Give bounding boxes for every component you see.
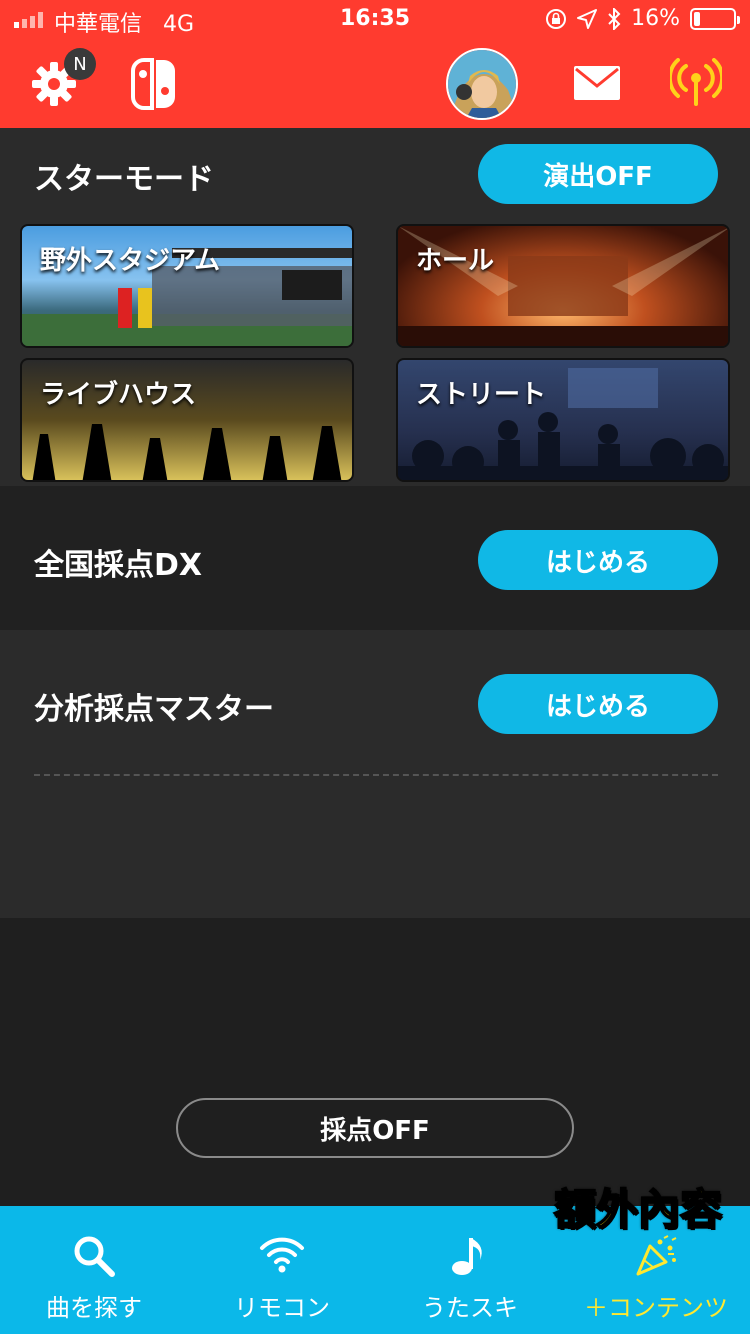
stage-street[interactable]: ストリート — [396, 358, 730, 482]
stage-label: ホール — [416, 246, 495, 276]
search-icon — [74, 1236, 115, 1277]
scoring-master-section: 分析採点マスター はじめる — [0, 630, 750, 918]
battery-percent: 16% — [631, 6, 680, 31]
scoring-dx-section: 全国採点DX はじめる — [0, 486, 750, 630]
music-note-icon — [452, 1238, 482, 1275]
notification-badge: N — [64, 48, 96, 80]
top-bar: 中華電信 4G 16:35 16% N — [0, 0, 750, 128]
start-master-button[interactable]: はじめる — [478, 674, 718, 734]
tab-label: ＋コンテンツ — [584, 1294, 728, 1322]
antenna-icon[interactable] — [670, 58, 722, 106]
location-icon — [577, 8, 598, 29]
stage-outdoor-stadium[interactable]: 野外スタジアム — [20, 224, 354, 348]
wifi-icon — [260, 1237, 304, 1273]
party-popper-icon — [636, 1235, 677, 1276]
tab-favorite-songs[interactable]: うたスキ — [376, 1206, 564, 1334]
switch-icon[interactable] — [130, 58, 178, 110]
avatar[interactable] — [446, 48, 518, 120]
tab-remote[interactable]: リモコン — [188, 1206, 376, 1334]
stage-hall[interactable]: ホール — [396, 224, 730, 348]
stage-label: ストリート — [416, 380, 547, 410]
tab-label: リモコン — [234, 1294, 330, 1322]
stage-label: 野外スタジアム — [40, 246, 221, 276]
status-bar: 中華電信 4G 16:35 16% — [0, 0, 750, 40]
scoring-off-button[interactable]: 採点OFF — [176, 1098, 574, 1158]
stage-live-house[interactable]: ライブハウス — [20, 358, 354, 482]
effect-off-button[interactable]: 演出OFF — [478, 144, 718, 204]
overlay-caption: 額外內容 — [553, 1184, 723, 1235]
tab-label: うたスキ — [422, 1294, 518, 1322]
scoring-dx-title: 全国採点DX — [34, 548, 203, 583]
star-mode-section: スターモード 演出OFF 野外スタジアム ホール ライブハウス ストリート — [0, 128, 750, 486]
tab-label: 曲を探す — [46, 1294, 142, 1322]
stage-label: ライブハウス — [40, 380, 197, 410]
mail-icon[interactable] — [574, 66, 620, 100]
rotation-lock-icon — [546, 8, 567, 29]
tab-search-songs[interactable]: 曲を探す — [0, 1206, 188, 1334]
start-dx-button[interactable]: はじめる — [478, 530, 718, 590]
status-icons: 16% — [545, 6, 740, 31]
scoring-master-title: 分析採点マスター — [34, 692, 274, 727]
battery-icon — [690, 7, 740, 30]
bluetooth-icon — [608, 7, 621, 30]
star-mode-title: スターモード — [34, 162, 214, 197]
divider — [34, 774, 718, 776]
